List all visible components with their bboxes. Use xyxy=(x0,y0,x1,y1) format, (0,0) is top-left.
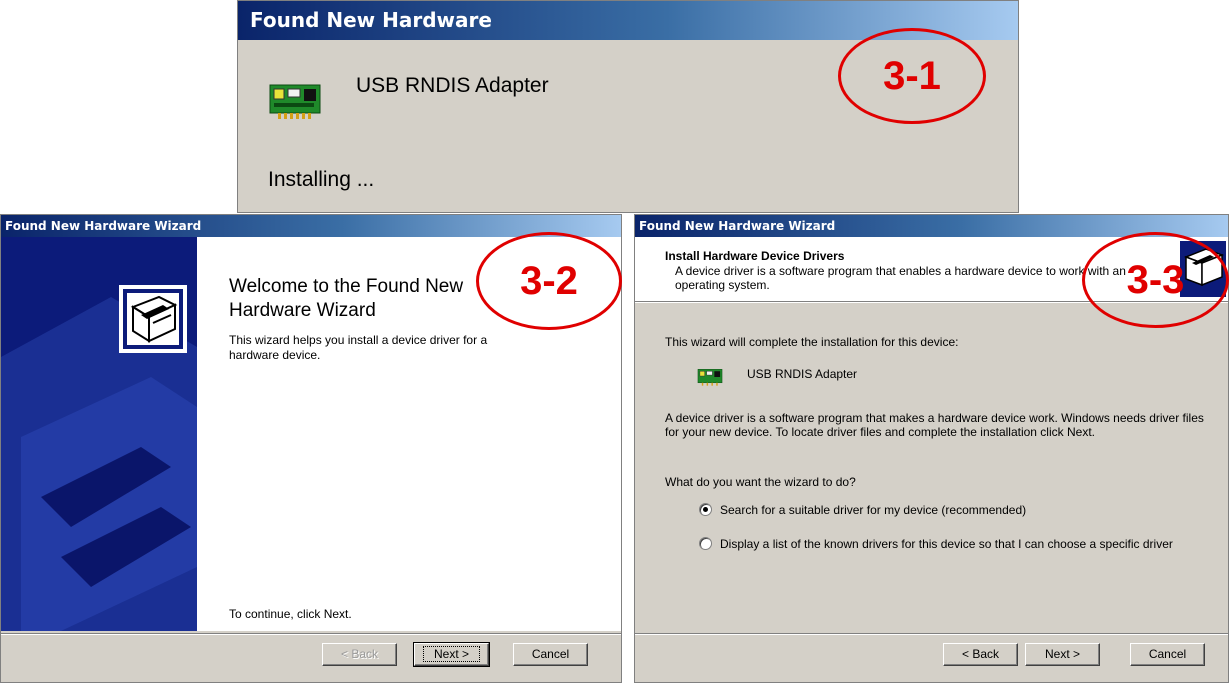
wizard-question: What do you want the wizard to do? xyxy=(665,475,856,489)
option-label: Search for a suitable driver for my devi… xyxy=(720,503,1027,517)
option-search-driver[interactable]: Search for a suitable driver for my devi… xyxy=(699,503,1219,517)
header-title: Install Hardware Device Drivers xyxy=(665,249,845,263)
back-button[interactable]: < Back xyxy=(322,643,397,666)
install-status: Installing ... xyxy=(268,168,375,191)
device-name: USB RNDIS Adapter xyxy=(747,367,858,381)
back-button[interactable]: < Back xyxy=(943,643,1018,666)
continue-instruction: To continue, click Next. xyxy=(229,607,352,621)
option-display-list[interactable]: Display a list of the known drivers for … xyxy=(699,537,1219,551)
driver-explanation: A device driver is a software program th… xyxy=(665,411,1204,439)
radio-unselected[interactable] xyxy=(699,537,712,551)
next-button[interactable]: Next > xyxy=(1025,643,1100,666)
hardware-card-icon xyxy=(697,367,723,392)
wizard-description: This wizard helps you install a device d… xyxy=(229,333,488,362)
radio-selected[interactable] xyxy=(699,503,712,517)
cancel-button[interactable]: Cancel xyxy=(1130,643,1205,666)
cancel-button[interactable]: Cancel xyxy=(513,643,588,666)
wizard-banner xyxy=(1,237,197,631)
device-name: USB RNDIS Adapter xyxy=(356,74,549,97)
button-separator xyxy=(1,633,621,635)
hardware-card-icon xyxy=(268,81,322,126)
option-label: Display a list of the known drivers for … xyxy=(720,537,1173,551)
next-button-label: Next > xyxy=(422,646,480,662)
step-annotation-3: 3-3 xyxy=(1082,232,1229,328)
next-button[interactable]: Next > xyxy=(413,642,490,667)
button-separator xyxy=(635,633,1228,635)
intro-text: This wizard will complete the installati… xyxy=(665,335,959,349)
step-annotation-1: 3-1 xyxy=(838,28,986,124)
step-annotation-2: 3-2 xyxy=(476,232,622,330)
